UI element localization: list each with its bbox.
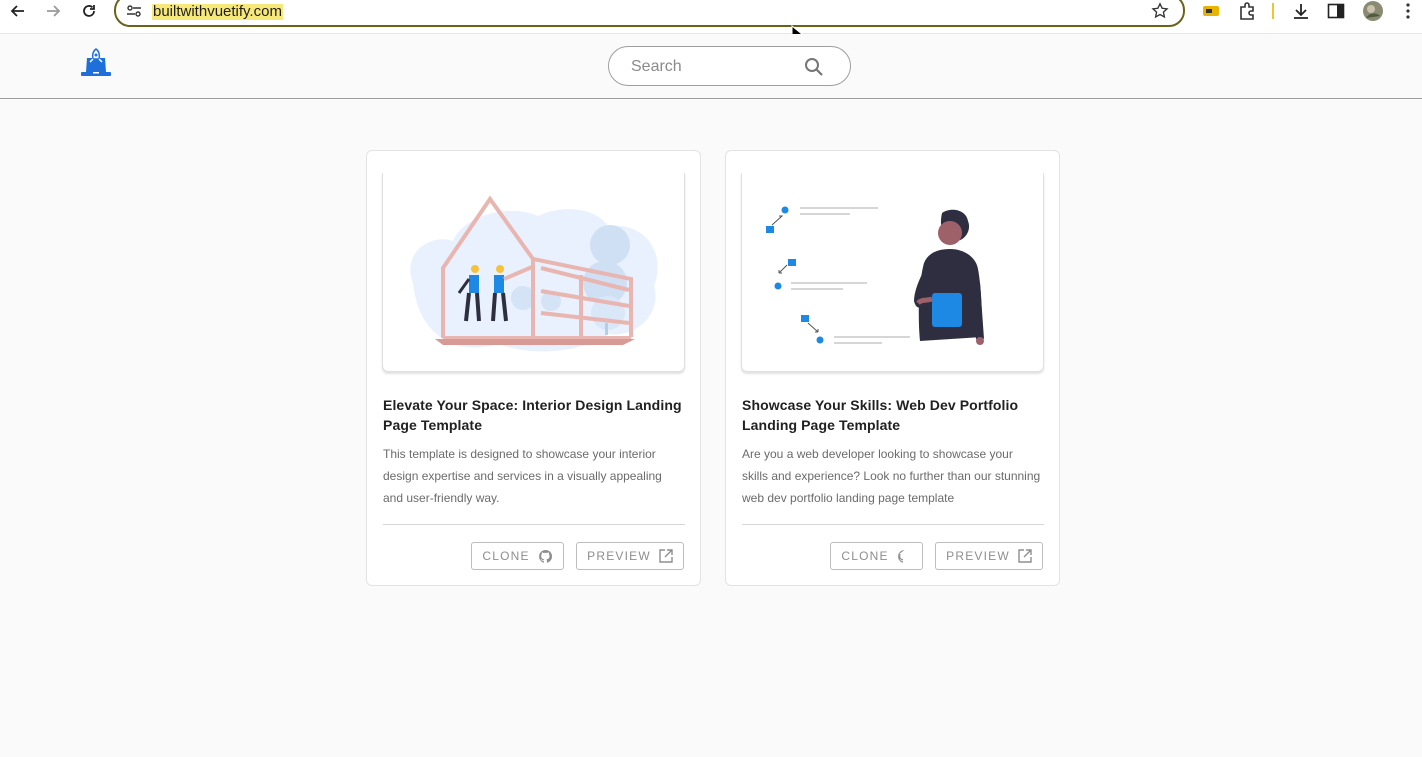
preview-button[interactable]: PREVIEW [576, 542, 684, 570]
developer-illustration-icon [766, 206, 984, 345]
card-image[interactable] [741, 173, 1044, 372]
card-title: Showcase Your Skills: Web Dev Portfolio … [742, 397, 1019, 433]
url-text: builtwithvuetify.com [152, 3, 283, 20]
search-icon[interactable] [804, 57, 824, 82]
clone-label: CLONE [482, 549, 530, 563]
app-header [0, 34, 1422, 99]
toolbar-separator [1272, 3, 1274, 19]
rocket-laptop-logo-icon [81, 48, 111, 76]
arrow-left-icon [10, 5, 24, 17]
extension-badge-icon [1203, 6, 1219, 16]
side-panel-icon [1327, 3, 1345, 19]
search-input[interactable] [631, 56, 801, 78]
more-vert-icon [1406, 3, 1410, 19]
clone-button[interactable]: CLONE [471, 542, 564, 570]
card-description: This template is designed to showcase yo… [383, 447, 662, 505]
address-bar[interactable]: builtwithvuetify.com [114, 0, 1185, 27]
card-image[interactable] [382, 173, 685, 372]
preview-button[interactable]: PREVIEW [935, 542, 1043, 570]
preview-label: PREVIEW [946, 549, 1010, 563]
arrow-right-icon [47, 5, 61, 17]
downloads-button[interactable] [1290, 0, 1312, 22]
browser-menu-button[interactable] [1398, 0, 1418, 22]
clone-button[interactable]: CLONE [830, 542, 923, 570]
extension-button[interactable] [1200, 0, 1222, 22]
logo[interactable] [80, 46, 112, 79]
reload-button[interactable] [77, 0, 101, 22]
search-field[interactable] [608, 46, 851, 86]
clone-label: CLONE [841, 549, 889, 563]
browser-toolbar: builtwithvuetify.com [0, 0, 1422, 34]
open-in-new-icon [1018, 549, 1032, 563]
bookmark-star-icon[interactable] [1151, 2, 1169, 25]
card-title: Elevate Your Space: Interior Design Land… [383, 397, 682, 433]
avatar-icon [1363, 1, 1383, 21]
reload-icon [83, 5, 95, 17]
download-icon [1294, 4, 1308, 19]
github-icon [897, 549, 905, 563]
site-settings-icon[interactable] [126, 4, 142, 23]
open-in-new-icon [659, 549, 673, 563]
preview-label: PREVIEW [587, 549, 651, 563]
profile-avatar[interactable] [1361, 0, 1385, 22]
construction-illustration-icon [410, 173, 658, 352]
template-card: Showcase Your Skills: Web Dev Portfolio … [725, 150, 1060, 586]
divider [383, 524, 685, 525]
github-icon [538, 549, 552, 563]
extensions-button[interactable] [1236, 0, 1258, 22]
divider [742, 524, 1044, 525]
template-card: Elevate Your Space: Interior Design Land… [366, 150, 701, 586]
card-description: Are you a web developer looking to showc… [742, 447, 1041, 505]
back-button[interactable] [6, 0, 30, 22]
puzzle-icon [1240, 2, 1254, 20]
side-panel-button[interactable] [1325, 0, 1347, 22]
forward-button[interactable] [41, 0, 65, 22]
